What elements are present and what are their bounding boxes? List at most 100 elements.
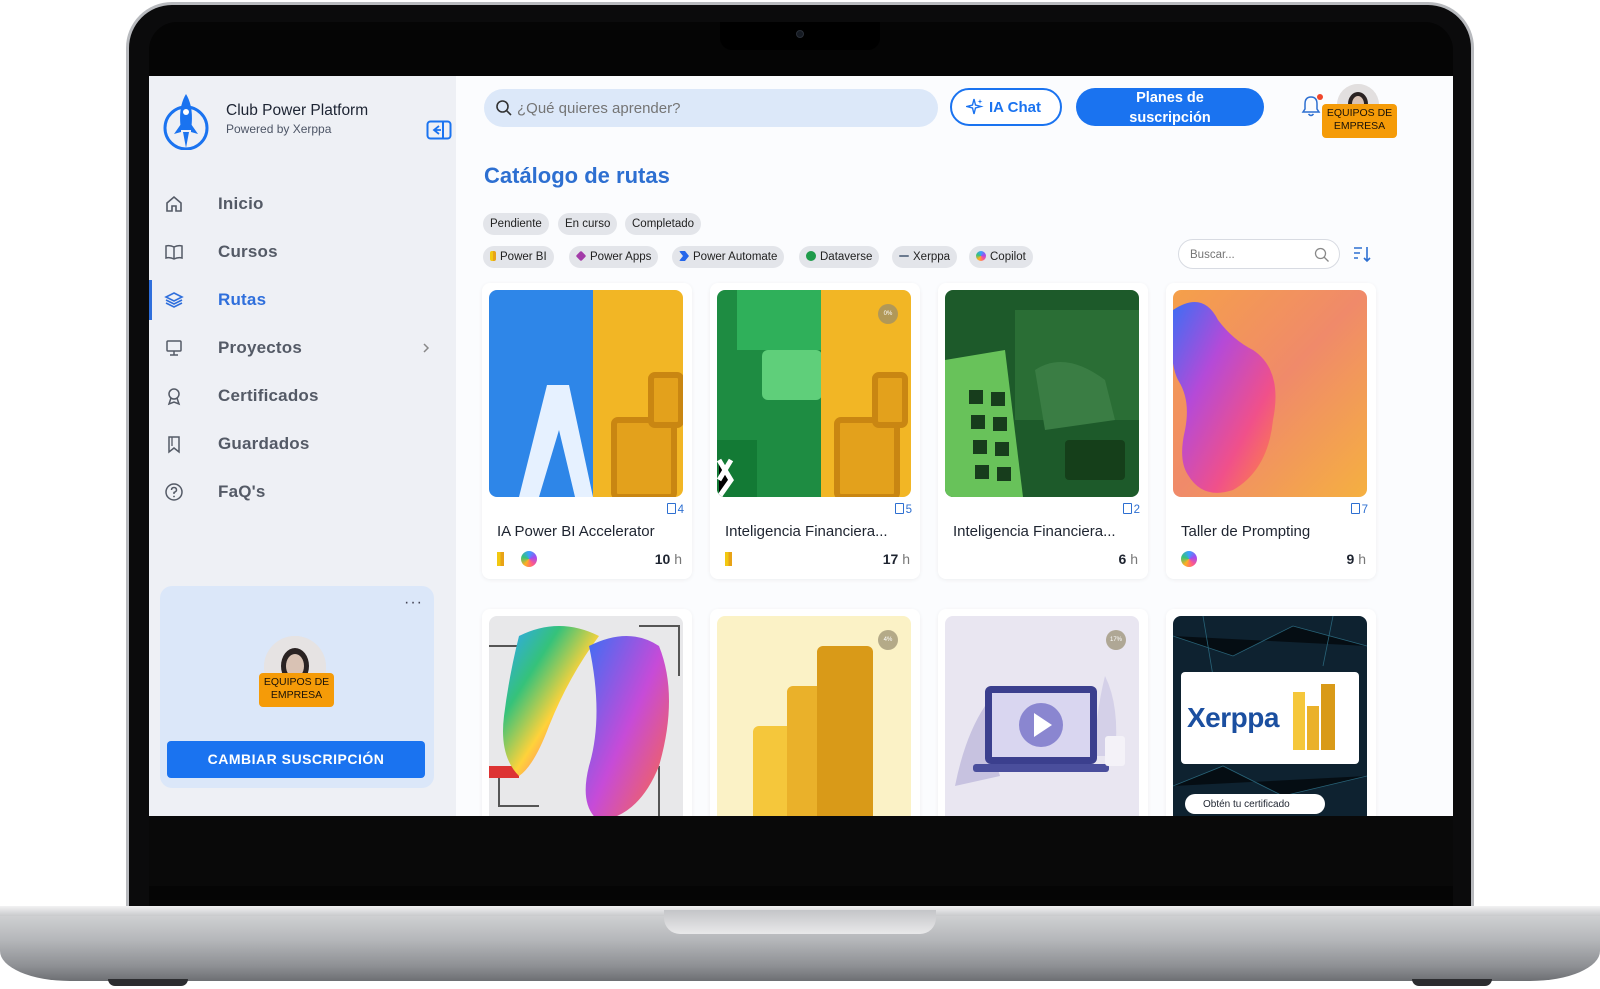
camera-icon: [796, 30, 804, 38]
card-title: Taller de Prompting: [1181, 523, 1311, 540]
card-title: IA Power BI Accelerator: [497, 523, 655, 540]
app-screen: Club Power Platform Powered by Xerppa In…: [149, 76, 1453, 816]
laptop-opening-notch: [664, 910, 936, 934]
layers-icon: [164, 292, 184, 308]
progress-ring: 0%: [878, 304, 898, 324]
filter-chip-dataverse[interactable]: Dataverse: [799, 246, 880, 268]
filter-chip-copilot[interactable]: Copilot: [969, 246, 1033, 268]
plan-badge-line: EQUIPOS DE: [1326, 107, 1393, 119]
xerppa-logo: Xerppa: [1187, 702, 1279, 733]
filter-chip-power-apps[interactable]: Power Apps: [569, 246, 659, 268]
card-duration: 9 h: [1347, 551, 1366, 567]
card-thumbnail: 0%: [717, 290, 911, 497]
search-input[interactable]: [517, 98, 917, 118]
chip-label: Pendiente: [490, 218, 542, 230]
card-tags: [497, 551, 538, 569]
card-duration: 17 h: [883, 551, 910, 567]
catalog-search[interactable]: [1178, 239, 1340, 269]
brand[interactable]: Club Power Platform Powered by Xerppa: [162, 90, 452, 152]
card-duration: 10 h: [655, 551, 682, 567]
financial-intelligence-image: [945, 290, 1139, 497]
award-icon: [167, 388, 181, 406]
power-automate-icon: [679, 251, 689, 261]
route-card[interactable]: Xerppa Obtén tu certificado: [1166, 609, 1376, 816]
filter-chip-completado[interactable]: Completado: [625, 213, 702, 235]
filter-chip-pendiente[interactable]: Pendiente: [483, 213, 549, 235]
chip-label: Completado: [632, 218, 695, 230]
route-card[interactable]: 4%: [710, 609, 920, 816]
lesson-count-value: 4: [677, 504, 684, 516]
route-card[interactable]: [482, 609, 692, 816]
lesson-count: 4: [666, 503, 684, 516]
sidebar-item-label: Cursos: [218, 242, 278, 261]
duration-value: 10: [654, 551, 671, 567]
chip-label: Dataverse: [820, 251, 873, 263]
duration-unit: h: [902, 551, 910, 567]
catalog-search-input[interactable]: [1190, 247, 1310, 263]
progress-ring: 4%: [878, 630, 898, 650]
filter-chip-en-curso[interactable]: En curso: [558, 213, 618, 235]
card-thumbnail: [945, 290, 1139, 497]
search-icon: [1314, 247, 1329, 262]
sidebar-item-label: FaQ's: [218, 482, 266, 501]
route-card[interactable]: 2 Inteligencia Financiera... 6 h: [938, 283, 1148, 579]
chip-label: Power Automate: [693, 251, 778, 263]
change-subscription-button[interactable]: CAMBIAR SUSCRIPCIÓN: [167, 741, 425, 778]
chevron-right-icon[interactable]: [419, 339, 433, 357]
collapse-sidebar-icon[interactable]: [426, 120, 452, 140]
brand-title: Club Power Platform: [226, 102, 369, 119]
plan-badge: EQUIPOS DE EMPRESA: [259, 673, 334, 707]
bezel-bottom: [149, 816, 1453, 886]
sidebar-item-cursos[interactable]: Cursos: [149, 228, 456, 276]
laptop-frame: Club Power Platform Powered by Xerppa In…: [0, 0, 1600, 989]
sidebar-nav: Inicio Cursos Rutas Proyectos Certificad…: [149, 180, 456, 516]
sidebar-item-inicio[interactable]: Inicio: [149, 180, 456, 228]
route-card[interactable]: 17%: [938, 609, 1148, 816]
chip-label: Copilot: [990, 251, 1026, 263]
route-card[interactable]: 4 IA Power BI Accelerator 10 h: [482, 283, 692, 579]
chip-label: Power Apps: [590, 251, 652, 263]
search-bar[interactable]: [484, 89, 938, 127]
book-icon: [165, 244, 183, 260]
route-card[interactable]: 7 Taller de Prompting 9 h: [1166, 283, 1376, 579]
sidebar-item-label: Inicio: [218, 194, 264, 213]
more-options-icon[interactable]: ···: [404, 594, 423, 612]
main-content: IA Chat Planes de suscripción EQUIPOS DE…: [456, 76, 1453, 816]
sidebar-item-faq[interactable]: FaQ's: [149, 468, 456, 516]
sidebar-item-certificados[interactable]: Certificados: [149, 372, 456, 420]
plans-label-line: suscripción: [1129, 110, 1211, 126]
certificate-pill: Obtén tu certificado: [1203, 799, 1290, 810]
power-bi-icon: [497, 552, 504, 566]
laptop-foot: [108, 979, 188, 986]
sidebar-item-guardados[interactable]: Guardados: [149, 420, 456, 468]
card-thumbnail: [1173, 290, 1367, 497]
subscription-plans-button[interactable]: Planes de suscripción: [1076, 88, 1264, 126]
lesson-count: 5: [894, 503, 912, 516]
card-thumbnail: [489, 616, 683, 816]
filter-chip-power-bi[interactable]: Power BI: [483, 246, 554, 268]
sidebar-item-label: Certificados: [218, 386, 319, 405]
ia-chat-button[interactable]: IA Chat: [950, 88, 1062, 126]
lesson-count-value: 5: [905, 504, 912, 516]
bookmark-icon: [894, 503, 904, 514]
rocket-logo-icon: [163, 94, 209, 150]
bookmark-icon: [1350, 503, 1360, 514]
power-bi-icon: [725, 552, 732, 566]
help-icon: [165, 483, 183, 501]
brand-subtitle: Powered by Xerppa: [226, 122, 332, 136]
route-card[interactable]: 0% 5 Inteligencia Financiera... 17 h: [710, 283, 920, 579]
filter-chip-xerppa[interactable]: Xerppa: [892, 246, 958, 268]
lesson-count: 2: [1122, 503, 1140, 516]
filter-chip-power-automate[interactable]: Power Automate: [672, 246, 785, 268]
sidebar-item-rutas[interactable]: Rutas: [149, 276, 456, 324]
sidebar-item-label: Proyectos: [218, 338, 303, 357]
xerppa-icon: [899, 255, 909, 257]
sort-icon[interactable]: [1352, 244, 1372, 264]
card-duration: 6 h: [1119, 551, 1138, 567]
duration-value: 17: [882, 551, 899, 567]
duration-unit: h: [1130, 551, 1138, 567]
copilot-icon: [976, 251, 986, 261]
sidebar-item-proyectos[interactable]: Proyectos: [149, 324, 456, 372]
card-tags: [1181, 551, 1197, 569]
plan-badge-line: EQUIPOS DE: [263, 676, 330, 688]
